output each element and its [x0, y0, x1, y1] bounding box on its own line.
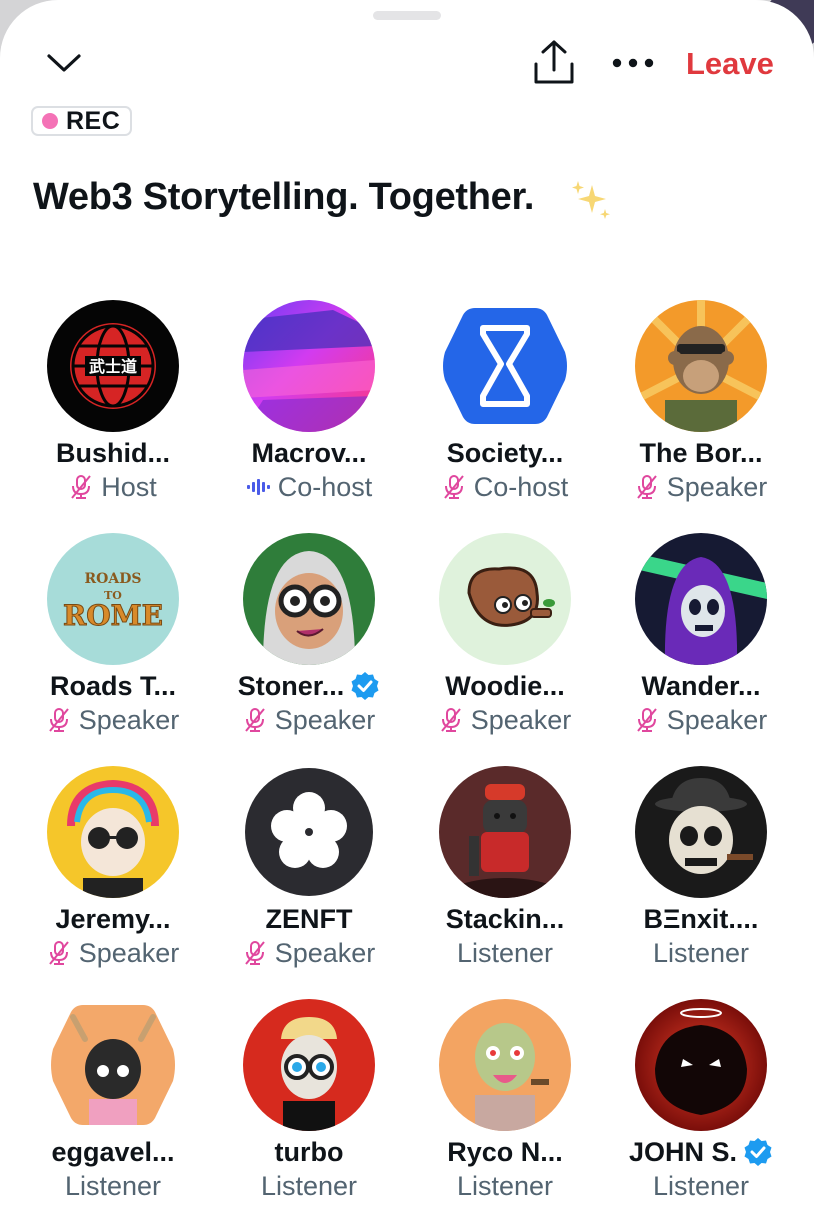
participant-name: ZENFT	[265, 903, 353, 934]
participant-role: Host	[101, 471, 157, 502]
avatar	[439, 999, 571, 1131]
participant-card[interactable]: BΞnxit.... Listener	[603, 766, 799, 976]
avatar	[243, 766, 375, 898]
avatar	[47, 999, 179, 1131]
participant-name: Roads T...	[49, 670, 177, 701]
space-sheet: Leave REC Web3 Storytelling. Together. 武…	[0, 0, 814, 1230]
participant-name: The Bor...	[639, 437, 763, 468]
avatar	[243, 999, 375, 1131]
more-horizontal-icon	[612, 58, 654, 68]
mic-off-icon	[69, 474, 93, 500]
participant-role: Listener	[456, 1170, 554, 1201]
participant-name: Jeremy...	[55, 903, 171, 934]
participant-name: Bushid...	[56, 437, 170, 468]
participant-card[interactable]: JOHN S. Listener	[603, 999, 799, 1209]
share-icon	[534, 40, 574, 84]
participant-role: Co-host	[277, 471, 373, 502]
mic-off-icon	[635, 474, 659, 500]
mic-off-icon	[635, 707, 659, 733]
participant-role: Speaker	[78, 937, 180, 968]
participant-role: Speaker	[274, 704, 376, 735]
participant-name: JOHN S.	[628, 1136, 738, 1167]
avatar	[439, 533, 571, 665]
participant-card[interactable]: ZENFT Speaker	[211, 766, 407, 976]
participant-name: eggavel...	[51, 1136, 175, 1167]
avatar: 武士道	[47, 300, 179, 432]
participant-name: Stoner...	[237, 670, 345, 701]
participant-card[interactable]: turbo Listener	[211, 999, 407, 1209]
participant-card[interactable]: Stoner... Speaker	[211, 533, 407, 743]
collapse-button[interactable]	[40, 40, 88, 86]
chevron-down-icon	[47, 54, 81, 72]
participant-role: Speaker	[470, 704, 572, 735]
participant-card[interactable]: ROADS TO ROME Roads T... Speaker	[15, 533, 211, 743]
mic-off-icon	[439, 707, 463, 733]
speaking-waveform-icon	[246, 474, 270, 500]
avatar	[243, 533, 375, 665]
svg-text:ROADS: ROADS	[85, 571, 142, 587]
participant-name: Woodie...	[445, 670, 565, 701]
participant-role: Speaker	[666, 471, 768, 502]
mic-off-icon	[47, 707, 71, 733]
participant-role: Speaker	[666, 704, 768, 735]
participant-card[interactable]: eggavel... Listener	[15, 999, 211, 1209]
avatar	[635, 766, 767, 898]
mic-off-icon	[243, 707, 267, 733]
space-title: Web3 Storytelling. Together.	[33, 176, 535, 218]
avatar	[635, 300, 767, 432]
more-button[interactable]	[606, 40, 660, 86]
mic-off-icon	[442, 474, 466, 500]
participant-card[interactable]: Jeremy... Speaker	[15, 766, 211, 976]
participant-card[interactable]: Ryco N... Listener	[407, 999, 603, 1209]
participant-card[interactable]: Stackin... Listener	[407, 766, 603, 976]
leave-button[interactable]: Leave	[686, 42, 774, 86]
mic-off-icon	[243, 940, 267, 966]
sheet-grabber[interactable]	[373, 11, 441, 20]
participant-card[interactable]: Society... Co-host	[407, 300, 603, 510]
participant-card[interactable]: The Bor... Speaker	[603, 300, 799, 510]
sparkles-icon	[572, 181, 610, 219]
participant-role: Listener	[652, 1170, 750, 1201]
participant-role: Listener	[64, 1170, 162, 1201]
avatar-text: 武士道	[89, 357, 137, 376]
participant-name: Ryco N...	[447, 1136, 563, 1167]
participant-card[interactable]: 武士道 Bushid... Host	[15, 300, 211, 510]
participant-name: BΞnxit....	[643, 903, 759, 934]
recording-label: REC	[66, 106, 121, 135]
avatar	[635, 533, 767, 665]
participant-name: Society...	[446, 437, 564, 468]
avatar	[635, 999, 767, 1131]
avatar: ROADS TO ROME	[47, 533, 179, 665]
participant-name: Stackin...	[445, 903, 565, 934]
participant-card[interactable]: Macrov... Co-host	[211, 300, 407, 510]
avatar	[439, 300, 571, 432]
svg-text:ROME: ROME	[63, 599, 163, 632]
mic-off-icon	[47, 940, 71, 966]
recording-dot	[42, 113, 58, 129]
participant-card[interactable]: Woodie... Speaker	[407, 533, 603, 743]
verified-badge-icon	[350, 671, 380, 701]
participant-role: Speaker	[274, 937, 376, 968]
participant-name: Macrov...	[251, 437, 367, 468]
participant-name: turbo	[274, 1136, 344, 1167]
verified-badge-icon	[743, 1137, 773, 1167]
participant-name: Wander...	[641, 670, 761, 701]
avatar	[47, 766, 179, 898]
participant-role: Speaker	[78, 704, 180, 735]
participant-role: Listener	[652, 937, 750, 968]
participant-role: Listener	[260, 1170, 358, 1201]
participant-card[interactable]: Wander... Speaker	[603, 533, 799, 743]
avatar	[439, 766, 571, 898]
participant-role: Co-host	[473, 471, 569, 502]
share-button[interactable]	[528, 36, 580, 88]
recording-badge: REC	[31, 106, 133, 136]
avatar	[243, 300, 375, 432]
participant-role: Listener	[456, 937, 554, 968]
